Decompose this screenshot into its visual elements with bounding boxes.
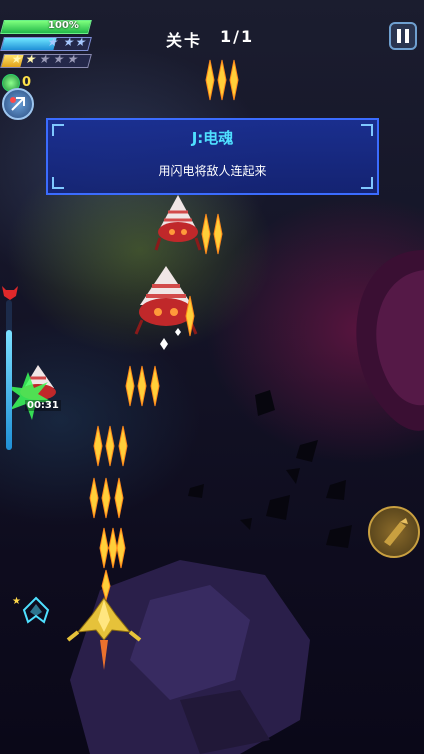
level-label: 关卡 xyxy=(166,31,203,50)
star-empty-icon: ★ xyxy=(65,52,81,66)
lightning-skill-icon[interactable] xyxy=(2,88,34,120)
pause-button[interactable] xyxy=(389,22,417,50)
sparkle xyxy=(175,328,181,336)
banner-title: J:电魂 xyxy=(191,129,234,147)
asteroid-debris xyxy=(286,468,300,484)
cone-drone-enemy xyxy=(154,195,202,251)
health-percent-label: 100% xyxy=(48,20,79,31)
asteroid-debris xyxy=(266,495,290,520)
star-filled-icon: ★ xyxy=(9,52,25,66)
stage-progress-track xyxy=(6,300,12,450)
asteroid-debris xyxy=(326,480,346,500)
scene-layer xyxy=(6,59,424,754)
star-filled-icon: ★ xyxy=(23,52,39,66)
sparkle xyxy=(160,338,168,350)
star-rating-bar: ★ ★ ★ ★ ★ xyxy=(0,52,92,68)
game-stage[interactable]: 100% ★ ★ ★ ★ ★ ★ ★ ★ 0 关卡 1/1 J:电魂 用闪电将敌人连起来 xyxy=(0,0,424,754)
shield-star-icon: ★ xyxy=(45,35,61,49)
shield-star-icon: ★ xyxy=(73,35,89,49)
pause-icon xyxy=(397,29,401,43)
coin-count: 0 xyxy=(22,75,32,90)
skill-lightning-glyph xyxy=(10,97,25,111)
stage-progress-fill xyxy=(6,330,12,450)
asteroid-debris xyxy=(188,484,204,498)
shield-bar: ★ ★ ★ xyxy=(0,35,92,51)
missile-weapon-button[interactable] xyxy=(368,506,420,558)
missile-weapon-icon xyxy=(384,518,408,546)
level-value: 1/1 xyxy=(220,27,255,46)
wingman-star-icon: ★ xyxy=(12,596,21,607)
asteroid-debris xyxy=(326,525,352,548)
cone-drone-enemy xyxy=(134,266,198,335)
banner-description: 用闪电将敌人连起来 xyxy=(158,164,267,178)
asteroid-debris xyxy=(296,440,318,462)
asteroid-debris xyxy=(255,390,275,416)
star-empty-icon: ★ xyxy=(37,52,53,66)
wingman-drone-icon xyxy=(22,596,50,624)
star-empty-icon: ★ xyxy=(51,52,67,66)
asteroid-debris xyxy=(240,518,252,530)
skill-announcement-banner: J:电魂 用闪电将敌人连起来 xyxy=(46,118,379,195)
stage-timer: 00:31 xyxy=(25,400,61,411)
